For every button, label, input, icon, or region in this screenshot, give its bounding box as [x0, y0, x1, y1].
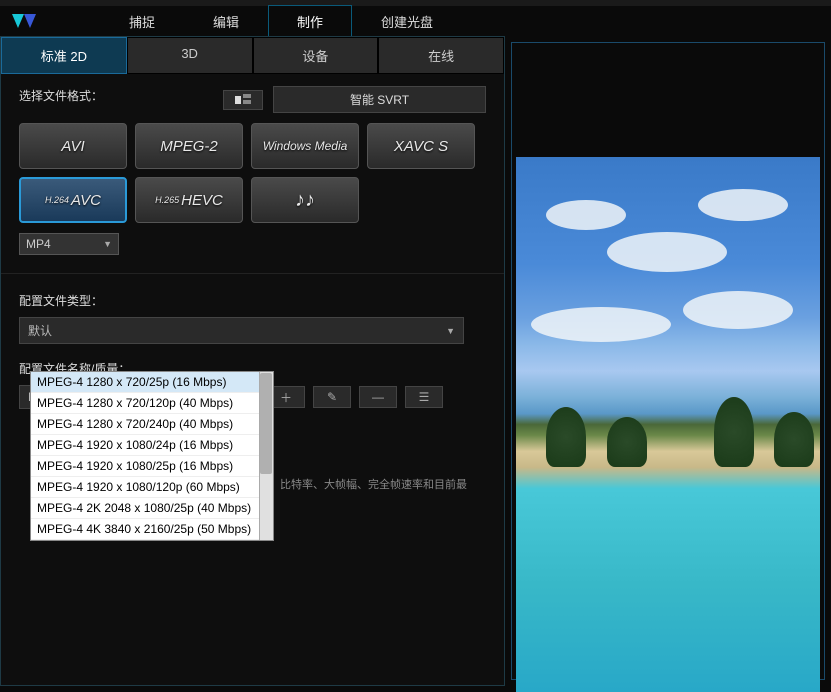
profile-option[interactable]: MPEG-4 1920 x 1080/120p (60 Mbps)	[31, 477, 273, 498]
remove-profile-button[interactable]: —	[359, 386, 397, 408]
profile-option[interactable]: MPEG-4 1280 x 720/120p (40 Mbps)	[31, 393, 273, 414]
profile-type-select[interactable]: 默认 ▼	[19, 317, 464, 344]
format-h265-hevc[interactable]: H.265HEVC	[135, 177, 243, 223]
dropdown-scrollbar[interactable]	[259, 372, 273, 540]
smart-svrt-button[interactable]: 智能 SVRT	[273, 86, 486, 113]
video-preview	[516, 157, 820, 692]
profile-hint-text: 比特率、大帧幅、完全帧速率和目前最	[280, 476, 490, 492]
edit-profile-button[interactable]: ✎	[313, 386, 351, 408]
main-nav: 捕捉 编辑 制作 创建光盘	[100, 5, 462, 38]
chevron-down-icon: ▼	[446, 326, 455, 336]
profile-option[interactable]: MPEG-4 1280 x 720/240p (40 Mbps)	[31, 414, 273, 435]
container-select[interactable]: MP4 ▼	[19, 233, 119, 255]
profile-type-label: 配置文件类型：	[19, 292, 486, 309]
format-mpeg2[interactable]: MPEG-2	[135, 123, 243, 169]
scrollbar-thumb[interactable]	[260, 373, 272, 474]
profile-option[interactable]: MPEG-4 2K 2048 x 1080/25p (40 Mbps)	[31, 498, 273, 519]
file-format-label: 选择文件格式：	[19, 87, 103, 104]
nav-tab-create-disc[interactable]: 创建光盘	[352, 5, 462, 38]
output-mode-tabs: 标准 2D 3D 设备 在线	[1, 37, 504, 74]
chevron-down-icon: ▼	[103, 239, 112, 249]
format-xavcs[interactable]: XAVC S	[367, 123, 475, 169]
profile-dropdown[interactable]: MPEG-4 1280 x 720/25p (16 Mbps) MPEG-4 1…	[30, 371, 274, 541]
settings-panel: 标准 2D 3D 设备 在线 选择文件格式： 智能 SVRT AVI MPEG-…	[0, 36, 505, 686]
tab-3d[interactable]: 3D	[127, 37, 253, 74]
profile-details-button[interactable]: ☰	[405, 386, 443, 408]
format-grid: AVI MPEG-2 Windows Media XAVC S H.264AVC…	[19, 123, 486, 223]
nav-tab-edit[interactable]: 编辑	[184, 5, 268, 38]
tab-online[interactable]: 在线	[378, 37, 504, 74]
profile-option[interactable]: MPEG-4 1920 x 1080/24p (16 Mbps)	[31, 435, 273, 456]
profile-option[interactable]: MPEG-4 1280 x 720/25p (16 Mbps)	[31, 372, 273, 393]
nav-tab-produce[interactable]: 制作	[268, 5, 352, 38]
preview-panel	[505, 36, 831, 686]
format-avi[interactable]: AVI	[19, 123, 127, 169]
svrt-icon[interactable]	[223, 90, 263, 110]
tab-device[interactable]: 设备	[253, 37, 379, 74]
nav-tab-capture[interactable]: 捕捉	[100, 5, 184, 38]
format-h264-avc[interactable]: H.264AVC	[19, 177, 127, 223]
format-audio[interactable]: ♪♪	[251, 177, 359, 223]
format-wmv[interactable]: Windows Media	[251, 123, 359, 169]
app-logo-icon	[10, 10, 40, 32]
tab-standard-2d[interactable]: 标准 2D	[1, 37, 127, 74]
profile-option[interactable]: MPEG-4 1920 x 1080/25p (16 Mbps)	[31, 456, 273, 477]
profile-option[interactable]: MPEG-4 4K 3840 x 2160/25p (50 Mbps)	[31, 519, 273, 540]
